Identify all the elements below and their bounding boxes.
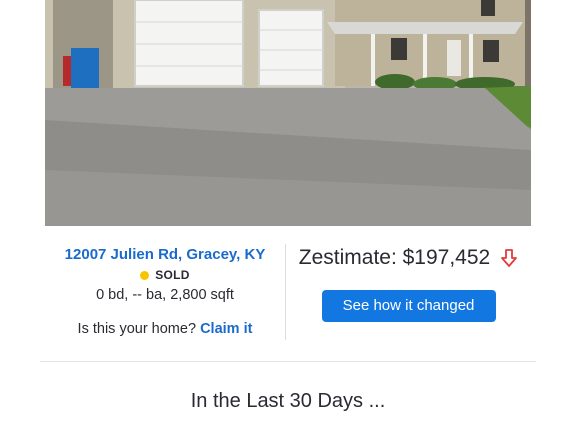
zestimate-row: Zestimate: $197,452 <box>286 246 531 270</box>
listing-summary-card: 12007 Julien Rd, Gracey, KY SOLD 0 bd, -… <box>45 240 531 344</box>
status-dot-icon <box>140 270 150 280</box>
last-30-days-heading: In the Last 30 Days ... <box>190 390 386 412</box>
zestimate-value: Zestimate: $197,452 <box>298 246 491 269</box>
house-photo-illustration <box>45 0 531 226</box>
claim-prompt: Is this your home? <box>77 321 197 337</box>
see-how-it-changed-button[interactable]: See how it changed <box>321 290 496 322</box>
arrow-down-icon <box>501 249 518 267</box>
zestimate-panel: Zestimate: $197,452 See how it changed <box>286 240 531 322</box>
status-label: SOLD <box>155 268 190 282</box>
property-photo[interactable] <box>45 0 531 226</box>
home-facts: 0 bd, -- ba, 2,800 sqft <box>96 287 234 303</box>
claim-it-link[interactable]: Claim it <box>200 321 252 337</box>
listing-info: 12007 Julien Rd, Gracey, KY SOLD 0 bd, -… <box>45 240 285 337</box>
status-badge: SOLD <box>45 268 285 282</box>
section-divider <box>40 361 536 362</box>
address-link[interactable]: 12007 Julien Rd, Gracey, KY <box>45 246 285 263</box>
claim-home-row: Is this your home? Claim it <box>45 321 285 337</box>
